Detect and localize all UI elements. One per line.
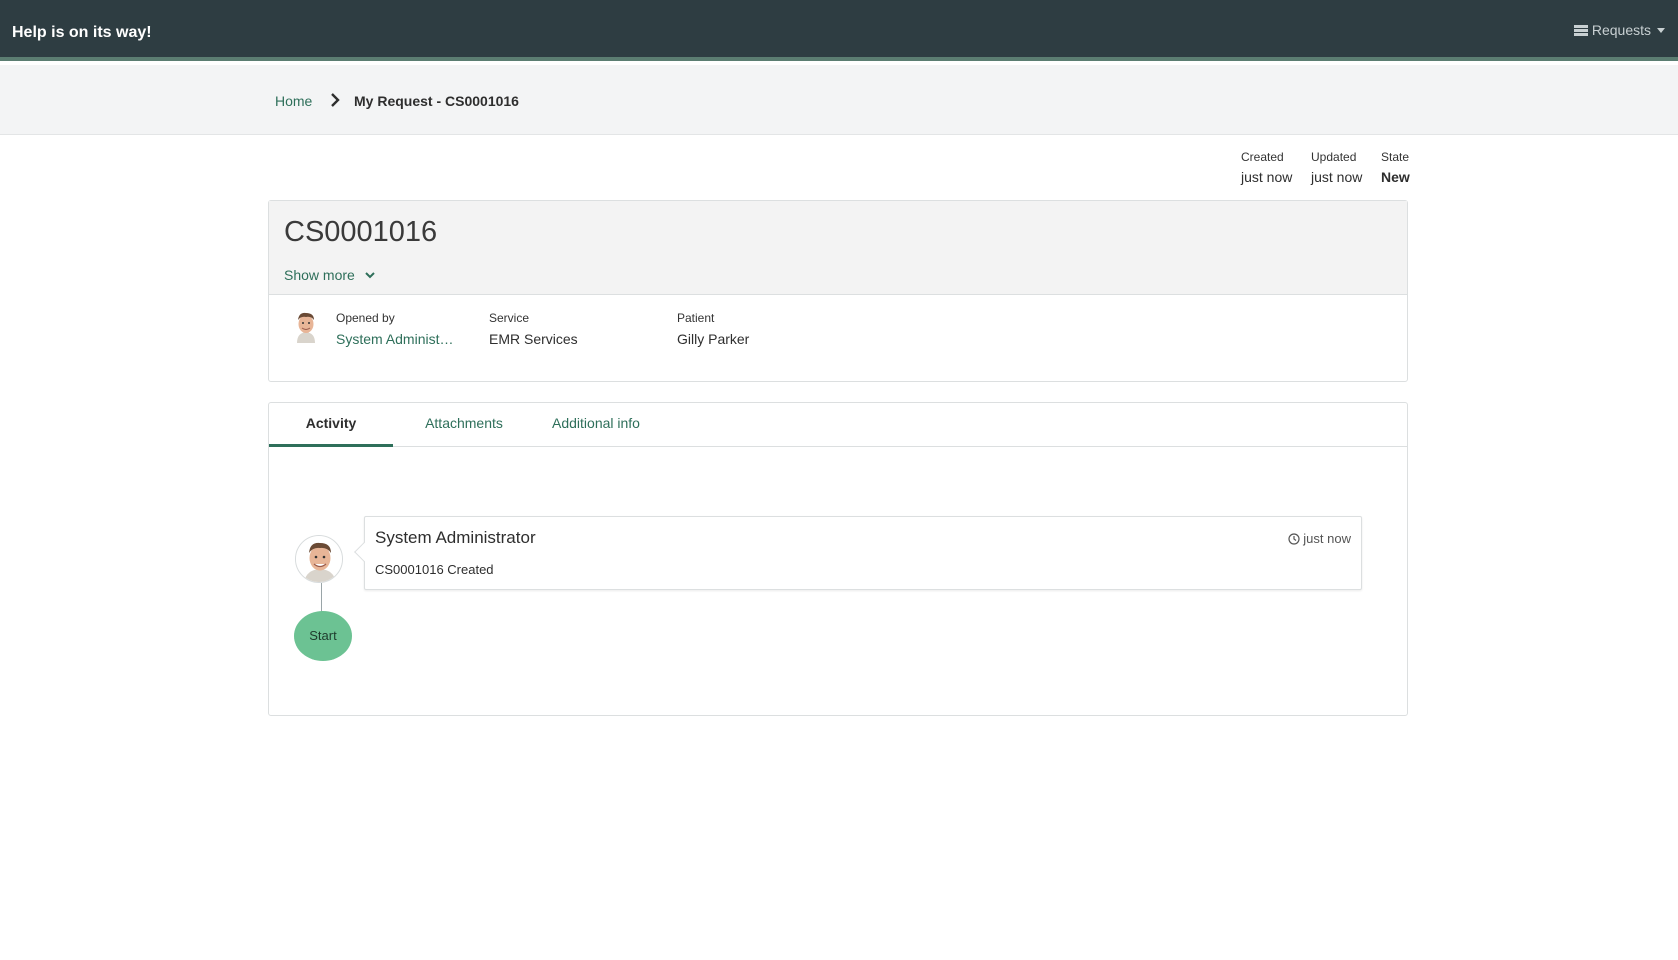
list-icon [1573, 24, 1588, 36]
show-more-label: Show more [284, 267, 355, 283]
entry-timestamp: just now [1288, 531, 1351, 546]
created-value: just now [1241, 169, 1293, 185]
brand-title[interactable]: Help is on its way! [12, 24, 152, 42]
chevron-right-icon [331, 93, 340, 107]
tabs-card: Activity Attachments Additional info Sta… [268, 402, 1408, 716]
opened-by-link[interactable]: System Administ… [336, 331, 453, 347]
caret-down-icon [1657, 27, 1665, 33]
meta-created: Created just now [1241, 150, 1292, 185]
patient-label: Patient [677, 311, 715, 325]
request-number: CS0001016 [284, 216, 438, 248]
summary-header: CS0001016 Show more [269, 201, 1407, 295]
entry-pointer [354, 542, 374, 562]
timeline-connector [321, 583, 322, 613]
opened-by-field: Opened by System Administ… [336, 311, 453, 347]
state-label: State [1381, 150, 1410, 164]
entry-author: System Administrator [375, 528, 536, 547]
clock-icon [1288, 532, 1300, 545]
state-value: New [1381, 169, 1410, 185]
breadcrumb-home-link[interactable]: Home [275, 93, 312, 109]
meta-updated: Updated just now [1311, 150, 1362, 185]
avatar-image [296, 536, 342, 582]
activity-entry: System Administrator just now CS0001016 … [354, 516, 1362, 590]
timeline-start-node: Start [294, 611, 352, 661]
tab-attachments[interactable]: Attachments [411, 403, 517, 447]
patient-field: Patient Gilly Parker [677, 311, 749, 347]
tab-bar: Activity Attachments Additional info [269, 403, 1407, 447]
service-field: Service EMR Services [489, 311, 578, 347]
tab-activity[interactable]: Activity [269, 403, 393, 447]
updated-label: Updated [1311, 150, 1357, 164]
tab-additional-info[interactable]: Additional info [531, 403, 661, 447]
entry-text: CS0001016 Created [375, 562, 494, 577]
requests-menu-button[interactable]: Requests [1573, 22, 1665, 38]
requests-menu-label: Requests [1591, 22, 1651, 38]
service-value: EMR Services [489, 331, 578, 347]
chevron-down-icon [365, 272, 375, 279]
patient-value: Gilly Parker [677, 331, 750, 347]
meta-state: State New [1381, 150, 1410, 185]
created-label: Created [1241, 150, 1284, 164]
updated-value: just now [1311, 169, 1363, 185]
summary-fields: Opened by System Administ… Service EMR S… [269, 295, 1407, 381]
top-navbar: Help is on its way! Requests [0, 0, 1678, 61]
service-label: Service [489, 311, 530, 325]
avatar [291, 309, 321, 343]
request-summary-card: CS0001016 Show more Opened by System Adm… [268, 200, 1408, 382]
entry-time-text: just now [1303, 531, 1351, 546]
show-more-toggle[interactable]: Show more [284, 267, 375, 283]
breadcrumb: Home My Request - CS0001016 [0, 65, 1678, 135]
breadcrumb-current: My Request - CS0001016 [354, 93, 519, 109]
opened-by-label: Opened by [336, 311, 395, 325]
timeline-avatar [295, 535, 343, 583]
